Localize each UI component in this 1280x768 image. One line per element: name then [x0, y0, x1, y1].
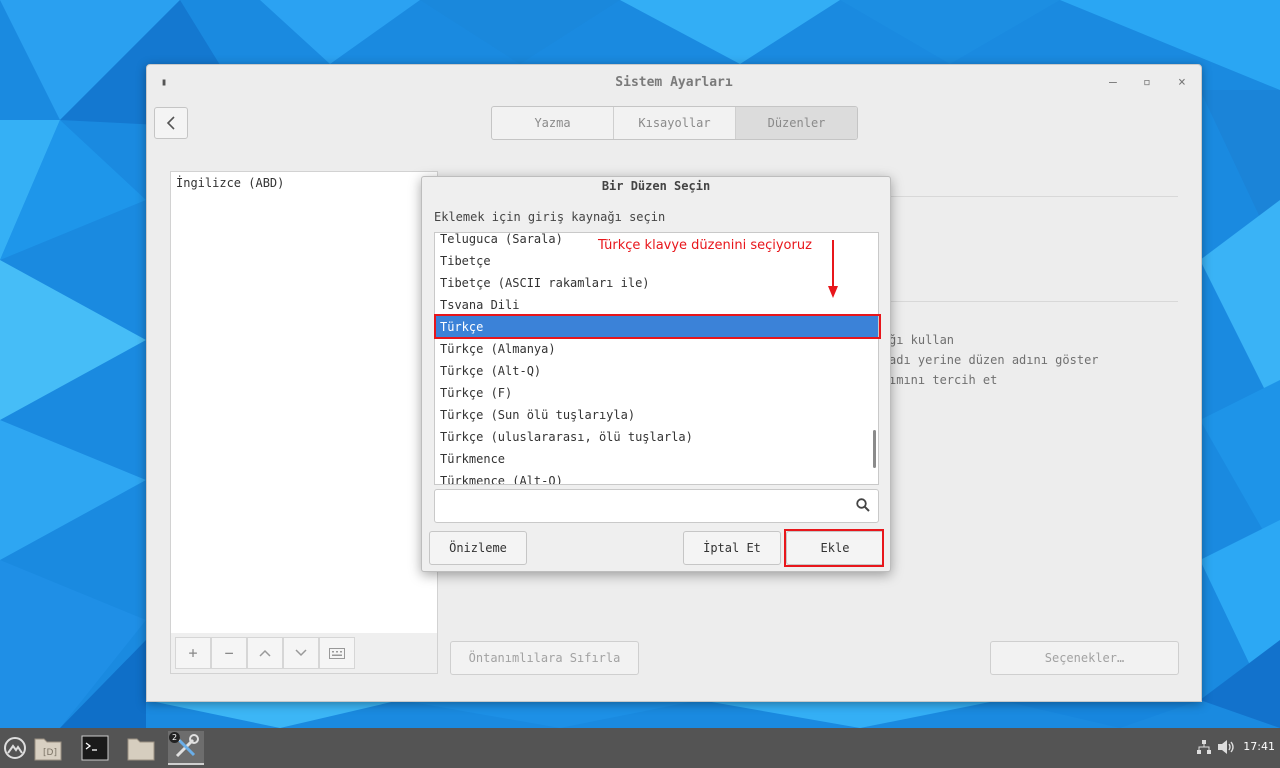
- file-manager-icon: [D]: [34, 738, 62, 761]
- list-item[interactable]: Tibetçe: [435, 250, 878, 272]
- file-manager-button[interactable]: [D]: [30, 731, 66, 765]
- search-icon: [856, 498, 870, 512]
- reset-defaults-button[interactable]: Öntanımlılara Sıfırla: [450, 641, 639, 675]
- list-item[interactable]: Türkçe (Sun ölü tuşlarıyla): [435, 404, 878, 426]
- list-item[interactable]: Türkmence (Alt-Q): [435, 470, 878, 484]
- option-text: ımını tercih et: [889, 373, 998, 387]
- preview-button[interactable]: Önizleme: [429, 531, 527, 565]
- dialog-prompt: Eklemek için giriş kaynağı seçin: [434, 210, 666, 224]
- list-item[interactable]: Türkçe (F): [435, 382, 878, 404]
- layout-list: İngilizce (ABD): [170, 171, 438, 635]
- list-scrollbar[interactable]: [873, 430, 876, 468]
- remove-layout-button[interactable]: −: [211, 637, 247, 669]
- minimize-icon[interactable]: –: [1109, 75, 1117, 90]
- close-icon[interactable]: ×: [1178, 75, 1186, 90]
- move-down-button[interactable]: [283, 637, 319, 669]
- svg-text:[D]: [D]: [43, 748, 57, 758]
- plus-icon: +: [188, 644, 198, 662]
- layout-list-toolbar: + −: [170, 633, 438, 674]
- volume-icon[interactable]: [1217, 739, 1235, 755]
- selection-highlight-box: [434, 314, 881, 339]
- layout-search-input[interactable]: [434, 489, 879, 523]
- tab-duzenler[interactable]: Düzenler: [736, 107, 857, 139]
- add-layout-button[interactable]: +: [175, 637, 211, 669]
- input-source-list[interactable]: Teluguca (Sarala) Tibetçe Tibetçe (ASCII…: [434, 232, 879, 485]
- list-item[interactable]: Tibetçe (ASCII rakamları ile): [435, 272, 878, 294]
- network-icon[interactable]: [1196, 739, 1212, 755]
- list-item[interactable]: Türkçe (uluslararası, ölü tuşlarla): [435, 426, 878, 448]
- options-button[interactable]: Seçenekler…: [990, 641, 1179, 675]
- minus-icon: −: [224, 644, 234, 662]
- folder-icon: [127, 738, 155, 761]
- layout-item-english-us[interactable]: İngilizce (ABD): [176, 176, 284, 190]
- settings-tools-button[interactable]: 2: [168, 731, 204, 765]
- list-item[interactable]: Tsvana Dili: [435, 294, 878, 316]
- add-button-highlight-box: [784, 529, 884, 567]
- choose-layout-dialog: Bir Düzen Seçin Eklemek için giriş kayna…: [421, 176, 891, 572]
- arrow-down-icon: [828, 240, 838, 298]
- dialog-title: Bir Düzen Seçin: [601, 179, 711, 193]
- window-count-badge: 2: [169, 732, 180, 743]
- list-item[interactable]: Türkmence: [435, 448, 878, 470]
- annotation-text: Türkçe klavye düzenini seçiyoruz: [598, 238, 812, 253]
- start-menu-button[interactable]: [0, 731, 33, 765]
- chevron-up-icon: [259, 649, 271, 657]
- terminal-icon: [81, 735, 109, 761]
- folder-button[interactable]: [123, 731, 159, 765]
- move-up-button[interactable]: [247, 637, 283, 669]
- settings-tabs: Yazma Kısayollar Düzenler: [491, 106, 858, 140]
- maximize-icon[interactable]: ▫: [1143, 75, 1151, 90]
- tab-kisayollar[interactable]: Kısayollar: [614, 107, 736, 139]
- chevron-down-icon: [295, 649, 307, 657]
- list-item[interactable]: Türkçe (Alt-Q): [435, 360, 878, 382]
- window-title: Sistem Ayarları: [615, 75, 733, 90]
- start-menu-icon: [4, 737, 26, 759]
- terminal-button[interactable]: [77, 731, 113, 765]
- chevron-left-icon: [166, 116, 175, 130]
- tab-yazma[interactable]: Yazma: [492, 107, 614, 139]
- cancel-button[interactable]: İptal Et: [683, 531, 781, 565]
- taskbar-clock[interactable]: 17:41: [1243, 740, 1275, 753]
- back-button[interactable]: [154, 107, 188, 139]
- option-text: ğı kullan: [889, 333, 955, 347]
- option-text: adı yerine düzen adını göster: [889, 353, 1099, 367]
- list-item[interactable]: Türkçe (Almanya): [435, 338, 878, 360]
- taskbar: [D] 2 17:41: [0, 728, 1280, 768]
- keyboard-icon: [329, 647, 345, 659]
- keyboard-preview-button[interactable]: [319, 637, 355, 669]
